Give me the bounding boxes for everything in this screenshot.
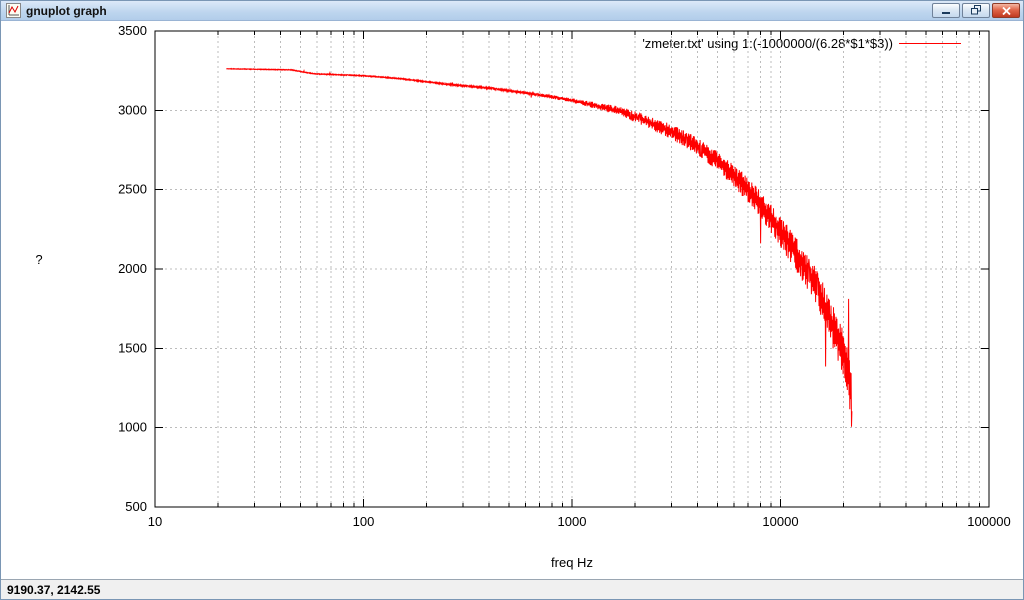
restore-button[interactable] — [962, 3, 990, 18]
y-tick-label: 3500 — [118, 23, 147, 38]
titlebar[interactable]: gnuplot graph — [1, 1, 1023, 21]
y-tick-label: 500 — [125, 499, 147, 514]
y-tick-label: 3000 — [118, 102, 147, 117]
restore-down-icon — [971, 3, 982, 18]
mouse-coordinates: 9190.37, 2142.55 — [7, 583, 100, 597]
gnuplot-chart[interactable]: 'zmeter.txt' using 1:(-1000000/(6.28*$1*… — [1, 21, 1023, 579]
status-bar: 9190.37, 2142.55 — [1, 579, 1023, 599]
close-button[interactable] — [992, 3, 1020, 18]
gnuplot-app-icon — [6, 3, 21, 18]
x-tick-label: 1000 — [558, 514, 587, 529]
x-axis-label: freq Hz — [551, 555, 593, 570]
legend-entry-label: 'zmeter.txt' using 1:(-1000000/(6.28*$1*… — [642, 36, 893, 51]
close-icon — [1002, 3, 1011, 18]
x-tick-label: 10 — [148, 514, 162, 529]
x-tick-label: 100000 — [967, 514, 1010, 529]
window-controls — [930, 3, 1020, 18]
gnuplot-window: gnuplot graph — [0, 0, 1024, 600]
x-tick-label: 100 — [353, 514, 375, 529]
y-tick-label: 1000 — [118, 420, 147, 435]
minimize-button[interactable] — [932, 3, 960, 18]
y-tick-label: 2500 — [118, 182, 147, 197]
window-title: gnuplot graph — [26, 4, 107, 18]
minimize-icon — [942, 3, 951, 18]
plot-canvas[interactable]: 'zmeter.txt' using 1:(-1000000/(6.28*$1*… — [1, 21, 1023, 579]
data-series-line — [226, 69, 852, 427]
y-tick-label: 1500 — [118, 340, 147, 355]
y-axis-label: ? — [35, 252, 42, 267]
y-tick-label: 2000 — [118, 261, 147, 276]
x-tick-label: 10000 — [762, 514, 798, 529]
